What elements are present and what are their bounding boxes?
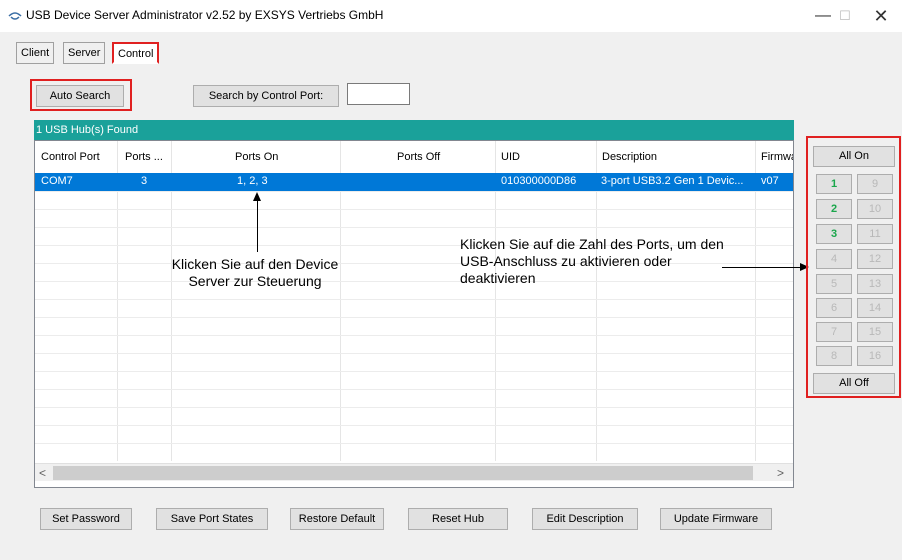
tab-server[interactable]: Server [63,42,106,64]
search-by-control-port-button[interactable]: Search by Control Port: [193,85,339,107]
scroll-right-arrow-icon[interactable]: > [777,464,789,482]
auto-search-button[interactable]: Auto Search [36,85,124,107]
column-header-control-port[interactable]: Control Port [41,151,117,163]
save-port-states-button[interactable]: Save Port States [156,508,268,530]
horizontal-scrollbar[interactable]: < > [35,463,793,481]
cell-ports-on: 1, 2, 3 [237,175,268,187]
column-header-firmware[interactable]: Firmwa [761,151,793,163]
column-header-ports-on[interactable]: Ports On [235,151,295,163]
maximize-button[interactable]: ☐ [830,4,860,28]
app-icon [8,12,22,20]
column-header-ports[interactable]: Ports ... [125,151,165,163]
port-16-button[interactable]: 16 [857,346,893,366]
cell-control-port: COM7 [41,175,73,187]
set-password-button[interactable]: Set Password [40,508,132,530]
scroll-left-arrow-icon[interactable]: < [39,464,51,482]
restore-default-button[interactable]: Restore Default [290,508,384,530]
cell-firmware: v07 [761,175,779,187]
table-header: Control Port Ports ... Ports On Ports Of… [35,141,793,173]
port-6-button[interactable]: 6 [816,298,852,318]
all-on-button[interactable]: All On [813,146,895,167]
hub-found-bar: 1 USB Hub(s) Found [34,120,794,140]
annotation-port-toggle: Klicken Sie auf die Zahl des Ports, um d… [460,236,724,286]
annotation-arrow [257,200,258,252]
cell-description: 3-port USB3.2 Gen 1 Devic... [601,175,744,187]
port-12-button[interactable]: 12 [857,249,893,269]
annotation-arrow [722,267,802,268]
port-13-button[interactable]: 13 [857,274,893,294]
port-9-button[interactable]: 9 [857,174,893,194]
tab-control[interactable]: Control [112,42,160,64]
table-row[interactable]: COM7 3 1, 2, 3 010300000D86 3-port USB3.… [35,173,793,191]
port-7-button[interactable]: 7 [816,322,852,342]
port-2-button[interactable]: 2 [816,199,852,219]
all-off-button[interactable]: All Off [813,373,895,394]
update-firmware-button[interactable]: Update Firmware [660,508,772,530]
port-10-button[interactable]: 10 [857,199,893,219]
hub-table: Control Port Ports ... Ports On Ports Of… [34,140,794,488]
port-4-button[interactable]: 4 [816,249,852,269]
window-title: USB Device Server Administrator v2.52 by… [26,8,384,22]
column-header-ports-off[interactable]: Ports Off [397,151,457,163]
port-15-button[interactable]: 15 [857,322,893,342]
port-3-button[interactable]: 3 [816,224,852,244]
scrollbar-thumb[interactable] [53,466,753,480]
reset-hub-button[interactable]: Reset Hub [408,508,508,530]
edit-description-button[interactable]: Edit Description [532,508,638,530]
tab-client[interactable]: Client [16,42,55,64]
column-header-description[interactable]: Description [602,151,682,163]
cell-ports: 3 [141,175,148,187]
port-8-button[interactable]: 8 [816,346,852,366]
close-button[interactable]: ✕ [866,4,896,28]
port-1-button[interactable]: 1 [816,174,852,194]
column-header-uid[interactable]: UID [501,151,541,163]
control-port-input[interactable] [347,83,410,105]
cell-uid: 010300000D86 [501,175,577,187]
port-11-button[interactable]: 11 [857,224,893,244]
port-5-button[interactable]: 5 [816,274,852,294]
annotation-select-device: Klicken Sie auf den Device Server zur St… [171,256,339,289]
port-14-button[interactable]: 14 [857,298,893,318]
